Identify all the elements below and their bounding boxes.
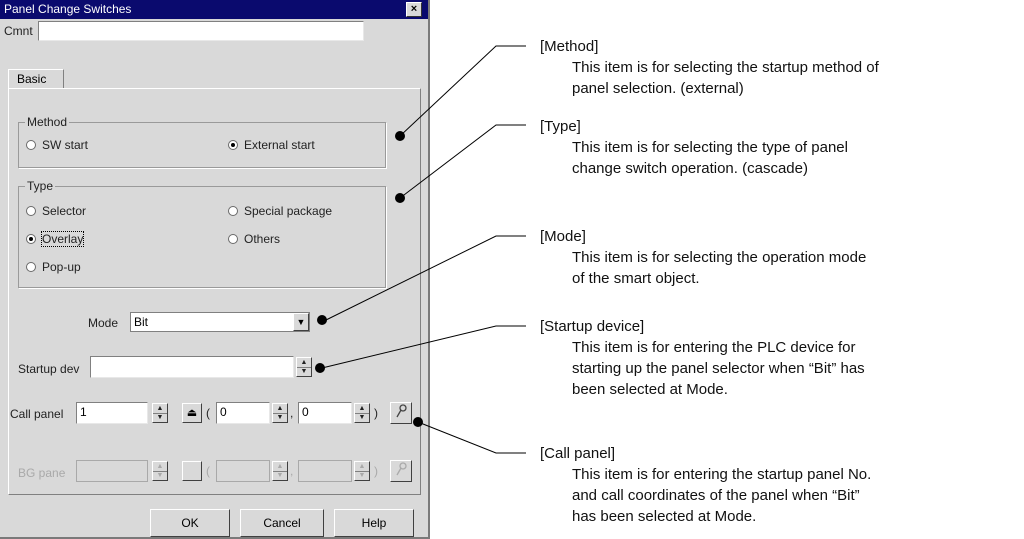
note-method-line-1: This item is for selecting the startup m… xyxy=(572,59,879,76)
method-leader-line xyxy=(399,45,526,137)
note-type: [Type] This item is for selecting the ty… xyxy=(540,116,848,179)
note-call-heading: [Call panel] xyxy=(540,445,616,462)
note-startup-line-3: been selected at Mode. xyxy=(572,381,728,398)
note-type-heading: [Type] xyxy=(540,118,581,135)
type-leader-line xyxy=(399,124,526,199)
note-type-line-1: This item is for selecting the type of p… xyxy=(572,139,848,156)
note-method-line-2: panel selection. (external) xyxy=(572,80,744,97)
note-mode: [Mode] This item is for selecting the op… xyxy=(540,226,866,289)
mode-leader-line xyxy=(325,235,526,321)
call-panel-leader-line xyxy=(417,421,526,454)
startup-marker-dot xyxy=(315,363,325,373)
note-mode-line-1: This item is for selecting the operation… xyxy=(572,249,867,266)
note-call-line-1: This item is for entering the startup pa… xyxy=(572,466,872,483)
note-startup-line-1: This item is for entering the PLC device… xyxy=(572,339,856,356)
note-method: [Method] This item is for selecting the … xyxy=(540,36,879,99)
startup-leader-line xyxy=(321,325,526,369)
note-call-line-2: and call coordinates of the panel when “… xyxy=(572,487,860,504)
note-mode-line-2: of the smart object. xyxy=(572,270,700,287)
note-call-line-3: has been selected at Mode. xyxy=(572,508,757,525)
note-startup-line-2: starting up the panel selector when “Bit… xyxy=(572,360,865,377)
note-type-line-2: change switch operation. (cascade) xyxy=(572,160,808,177)
note-call-panel: [Call panel] This item is for entering t… xyxy=(540,443,871,527)
note-startup-device: [Startup device] This item is for enteri… xyxy=(540,316,865,400)
method-marker-dot xyxy=(395,131,405,141)
mode-marker-dot xyxy=(317,315,327,325)
note-mode-heading: [Mode] xyxy=(540,228,586,245)
note-method-heading: [Method] xyxy=(540,38,599,55)
type-marker-dot xyxy=(395,193,405,203)
note-startup-heading: [Startup device] xyxy=(540,318,645,335)
call-panel-marker-dot xyxy=(413,417,423,427)
